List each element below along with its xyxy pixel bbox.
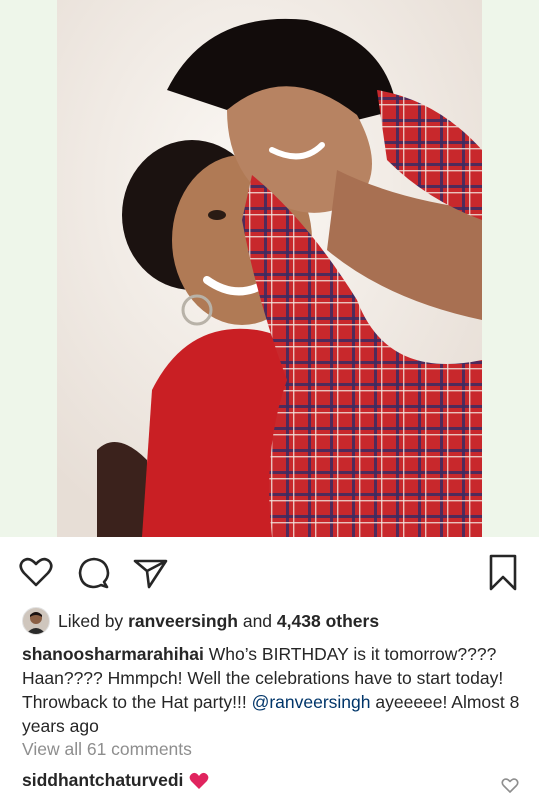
avatar[interactable] <box>22 607 50 635</box>
caption-mention[interactable]: @ranveersingh <box>252 692 371 712</box>
liked-by-username[interactable]: ranveersingh <box>128 611 238 632</box>
post-photo[interactable] <box>57 0 482 537</box>
liked-by-prefix: Liked by <box>58 610 124 631</box>
speech-bubble-icon[interactable] <box>74 552 114 592</box>
comment-row: siddhantchaturvedi <box>22 770 209 791</box>
view-all-comments-link[interactable]: View all 61 comments <box>22 739 192 760</box>
bookmark-icon[interactable] <box>483 552 523 592</box>
liked-by-row: Liked by ranveersingh and 4,438 others <box>22 606 379 636</box>
paper-plane-icon[interactable] <box>130 552 170 592</box>
heart-outline-icon[interactable] <box>16 552 56 592</box>
red-heart-emoji-icon <box>190 772 209 789</box>
comment-username[interactable]: siddhantchaturvedi <box>22 770 183 791</box>
post-caption: shanoosharmarahihai Who’s BIRTHDAY is it… <box>22 642 522 738</box>
post-photo-area <box>0 0 539 537</box>
post-action-bar <box>0 548 539 596</box>
liked-by-and: and <box>242 610 273 631</box>
caption-username[interactable]: shanoosharmarahihai <box>22 644 204 664</box>
likes-count[interactable]: 4,438 others <box>277 611 379 632</box>
small-heart-outline-icon[interactable] <box>500 775 520 795</box>
post-photo-illustration <box>57 0 482 537</box>
